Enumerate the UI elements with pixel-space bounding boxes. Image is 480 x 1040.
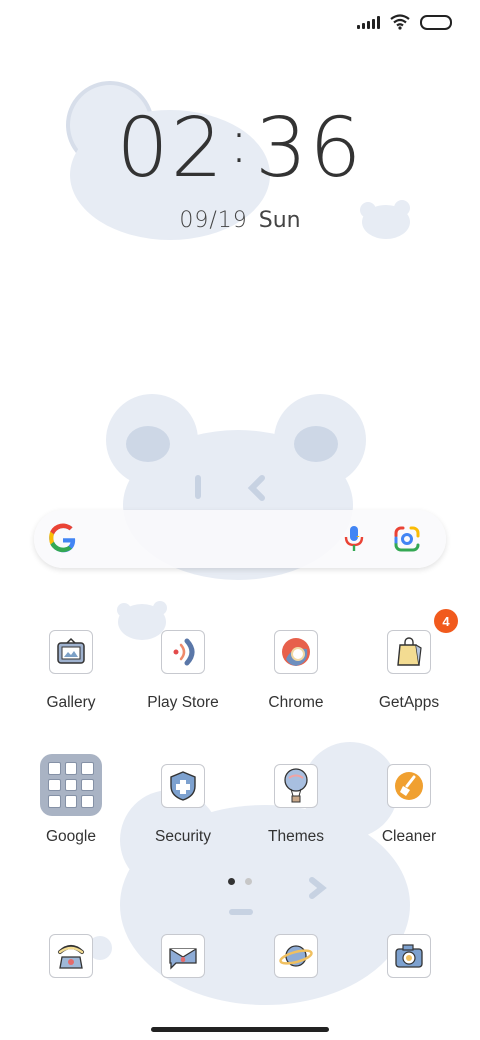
dock-messages[interactable] — [128, 934, 238, 978]
clock-date-line: 09/19 Sun — [0, 208, 480, 233]
battery-icon — [420, 14, 452, 30]
app-chrome[interactable]: Chrome — [241, 630, 351, 712]
security-icon — [161, 764, 205, 808]
camera-icon — [387, 934, 431, 978]
clock-time: 02:36 — [0, 108, 480, 190]
clock-widget[interactable]: 02:36 09/19 Sun — [0, 108, 480, 234]
google-logo-icon[interactable] — [48, 522, 78, 554]
app-themes[interactable]: Themes — [241, 764, 351, 846]
app-play-store[interactable]: Play Store — [128, 630, 238, 712]
clock-weekday: Sun — [258, 208, 301, 233]
app-label: Play Store — [147, 694, 219, 711]
app-gallery[interactable]: Gallery — [16, 630, 126, 712]
clock-hours: 02 — [116, 101, 225, 196]
chrome-icon — [274, 630, 318, 674]
app-getapps[interactable]: 4 GetApps — [354, 609, 464, 712]
clock-date: 09/19 — [179, 208, 248, 233]
messages-icon — [161, 934, 205, 978]
status-bar — [357, 12, 452, 32]
app-label: Chrome — [268, 694, 324, 711]
dock-browser[interactable] — [241, 934, 351, 978]
dock-phone[interactable] — [16, 934, 126, 978]
home-indicator[interactable] — [151, 1027, 329, 1032]
app-cleaner[interactable]: Cleaner — [354, 764, 464, 846]
phone-icon — [49, 934, 93, 978]
folder-label: Google — [46, 828, 96, 845]
folder-google[interactable]: Google — [16, 754, 126, 846]
google-lens-icon[interactable] — [392, 524, 422, 554]
microphone-icon[interactable] — [340, 524, 368, 554]
getapps-icon: 4 — [387, 609, 458, 674]
signal-icon — [357, 15, 380, 29]
clock-separator: : — [228, 107, 252, 177]
app-security[interactable]: Security — [128, 764, 238, 846]
play-store-icon — [161, 630, 205, 674]
app-label: Cleaner — [381, 828, 437, 845]
page-dot-2[interactable] — [245, 878, 252, 885]
google-search-bar[interactable] — [34, 510, 446, 568]
dock-camera[interactable] — [354, 934, 464, 978]
browser-icon — [274, 934, 318, 978]
page-indicator[interactable] — [0, 878, 480, 885]
app-label: Gallery — [46, 694, 96, 711]
themes-icon — [274, 764, 318, 808]
wifi-icon — [390, 14, 410, 30]
folder-icon — [40, 754, 102, 816]
gallery-icon — [49, 630, 93, 674]
page-dot-1[interactable] — [228, 878, 235, 885]
notification-badge: 4 — [434, 609, 458, 633]
app-label: Themes — [268, 828, 324, 845]
app-label: Security — [155, 828, 211, 845]
app-label: GetApps — [378, 694, 440, 711]
clock-minutes: 36 — [255, 101, 364, 196]
cleaner-icon — [387, 764, 431, 808]
